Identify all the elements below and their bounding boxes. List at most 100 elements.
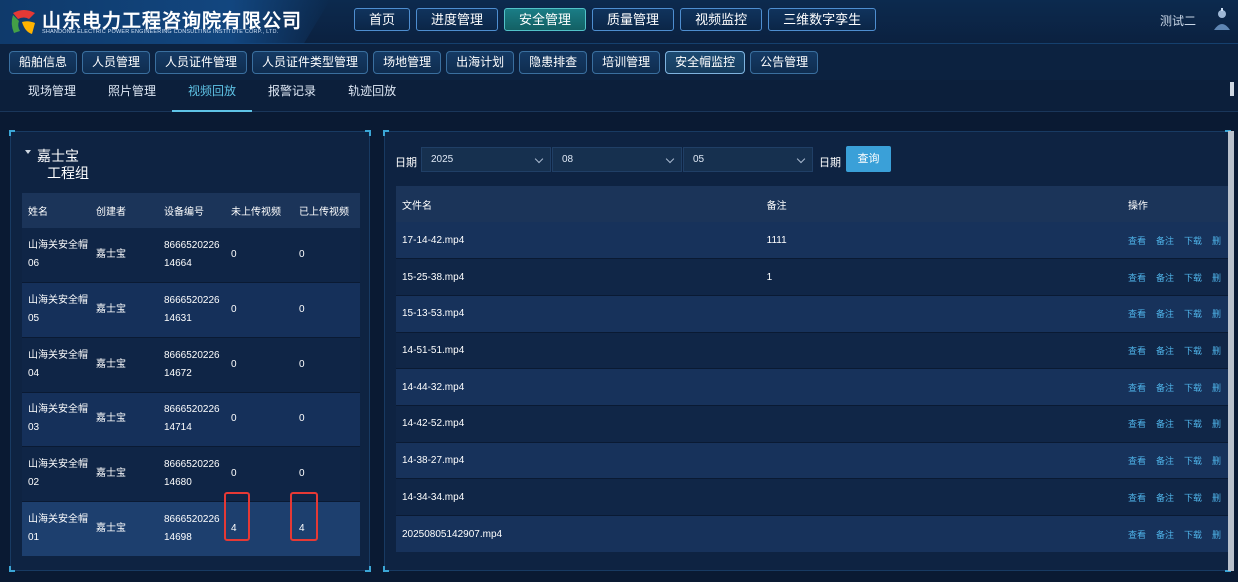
subnav-training[interactable]: 培训管理: [592, 51, 661, 74]
tabs-bar: 现场管理 照片管理 视频回放 报警记录 轨迹回放: [0, 80, 1238, 112]
cell-name: 山海关安全帽 05: [22, 282, 90, 338]
download-link[interactable]: 下载: [1184, 273, 1202, 283]
subnav-certificates[interactable]: 人员证件管理: [155, 51, 248, 74]
table-row[interactable]: 山海关安全帽 05 嘉士宝 8666520226 14631 0 0: [22, 282, 360, 338]
note-link[interactable]: 备注: [1156, 493, 1174, 503]
table-row[interactable]: 20250805142907.mp4 查看 备注 下载删: [396, 515, 1231, 553]
user-name[interactable]: 测试二: [1160, 12, 1196, 29]
table-row[interactable]: 14-42-52.mp4 查看 备注 下载删: [396, 404, 1231, 443]
tab-video-playback[interactable]: 视频回放: [172, 80, 253, 112]
video-panel: 日期 2025 08 05 日期 查询 文件名 备注 操作 17-14-42.m…: [383, 130, 1231, 572]
subnav-sites[interactable]: 场地管理: [373, 51, 442, 74]
note-link[interactable]: 备注: [1156, 456, 1174, 466]
download-link[interactable]: 下载: [1184, 530, 1202, 540]
table-row[interactable]: 山海关安全帽 03 嘉士宝 8666520226 14714 0 0: [22, 391, 360, 447]
subnav-helmet-monitor[interactable]: 安全帽监控: [665, 51, 746, 74]
view-link[interactable]: 查看: [1128, 419, 1146, 429]
cell-file-name: 20250805142907.mp4: [396, 515, 761, 553]
view-link[interactable]: 查看: [1128, 456, 1146, 466]
cell-file-name: 15-25-38.mp4: [396, 258, 761, 296]
table-row[interactable]: 17-14-42.mp4 1111 查看 备注 下载删: [396, 222, 1231, 259]
note-link[interactable]: 备注: [1156, 383, 1174, 393]
cell-file-name: 14-34-34.mp4: [396, 478, 761, 516]
view-link[interactable]: 查看: [1128, 383, 1146, 393]
view-link[interactable]: 查看: [1128, 530, 1146, 540]
cell-pending: 0: [225, 336, 293, 393]
view-link[interactable]: 查看: [1128, 309, 1146, 319]
nav-home[interactable]: 首页: [354, 8, 411, 31]
note-link[interactable]: 备注: [1156, 530, 1174, 540]
page-scrollbar[interactable]: [1228, 131, 1234, 571]
cell-note: [760, 294, 1122, 333]
download-link[interactable]: 下载: [1184, 456, 1202, 466]
view-link[interactable]: 查看: [1128, 273, 1146, 283]
note-link[interactable]: 备注: [1156, 419, 1174, 429]
tab-site-management[interactable]: 现场管理: [12, 80, 92, 112]
table-row[interactable]: 山海关安全帽 04 嘉士宝 8666520226 14672 0 0: [22, 336, 360, 393]
delete-link[interactable]: 删: [1212, 456, 1221, 466]
delete-link[interactable]: 删: [1212, 493, 1221, 503]
tab-photo-management[interactable]: 照片管理: [92, 80, 172, 112]
col-creator: 创建者: [90, 193, 158, 228]
top-header: 山东电力工程咨询院有限公司 SHANDONG ELECTRIC POWER EN…: [0, 0, 1238, 44]
caret-down-icon[interactable]: [25, 150, 31, 154]
download-link[interactable]: 下载: [1184, 419, 1202, 429]
subnav-notices[interactable]: 公告管理: [750, 51, 819, 74]
delete-link[interactable]: 删: [1212, 530, 1221, 540]
nav-safety[interactable]: 安全管理: [504, 8, 587, 31]
delete-link[interactable]: 删: [1212, 273, 1221, 283]
cell-name: 山海关安全帽 03: [22, 391, 90, 447]
tabs-scroll-marker: [1230, 82, 1234, 96]
month-select[interactable]: 08: [552, 147, 682, 172]
delete-link[interactable]: 删: [1212, 309, 1221, 319]
tab-track-playback[interactable]: 轨迹回放: [332, 80, 412, 112]
query-button[interactable]: 查询: [846, 146, 891, 172]
cell-actions: 查看 备注 下载删: [1121, 441, 1231, 479]
download-link[interactable]: 下载: [1184, 493, 1202, 503]
table-row[interactable]: 14-34-34.mp4 查看 备注 下载删: [396, 478, 1231, 516]
cell-file-name: 14-44-32.mp4: [396, 368, 761, 406]
table-row[interactable]: 15-13-53.mp4 查看 备注 下载删: [396, 294, 1231, 333]
view-link[interactable]: 查看: [1128, 493, 1146, 503]
col-actions: 操作: [1121, 186, 1231, 222]
note-link[interactable]: 备注: [1156, 273, 1174, 283]
subnav-ship-info[interactable]: 船舶信息: [9, 51, 78, 74]
download-link[interactable]: 下载: [1184, 236, 1202, 246]
nav-progress[interactable]: 进度管理: [416, 8, 499, 31]
note-link[interactable]: 备注: [1156, 346, 1174, 356]
table-row[interactable]: 14-44-32.mp4 查看 备注 下载删: [396, 368, 1231, 406]
view-link[interactable]: 查看: [1128, 346, 1146, 356]
download-link[interactable]: 下载: [1184, 383, 1202, 393]
download-link[interactable]: 下载: [1184, 309, 1202, 319]
cell-name: 山海关安全帽 06: [22, 228, 90, 283]
view-link[interactable]: 查看: [1128, 236, 1146, 246]
subnav-sea-plan[interactable]: 出海计划: [446, 51, 515, 74]
nav-video[interactable]: 视频监控: [680, 8, 763, 31]
tab-alarm-records[interactable]: 报警记录: [252, 80, 332, 112]
nav-quality[interactable]: 质量管理: [592, 8, 675, 31]
cell-name: 山海关安全帽 02: [22, 446, 90, 502]
scrollbar-thumb[interactable]: [1228, 131, 1234, 571]
subnav-personnel[interactable]: 人员管理: [82, 51, 151, 74]
day-select[interactable]: 05: [683, 147, 813, 172]
table-row[interactable]: 14-38-27.mp4 查看 备注 下载删: [396, 441, 1231, 479]
delete-link[interactable]: 删: [1212, 419, 1221, 429]
note-link[interactable]: 备注: [1156, 309, 1174, 319]
delete-link[interactable]: 删: [1212, 236, 1221, 246]
cell-device-id: 8666520226 14664: [158, 228, 225, 283]
delete-link[interactable]: 删: [1212, 383, 1221, 393]
user-avatar-icon[interactable]: [1211, 8, 1233, 32]
col-uploaded-video: 已上传视频: [293, 193, 360, 228]
delete-link[interactable]: 删: [1212, 346, 1221, 356]
table-row[interactable]: 山海关安全帽 06 嘉士宝 8666520226 14664 0 0: [22, 228, 360, 283]
subnav-hazard-check[interactable]: 隐患排查: [519, 51, 588, 74]
subnav-certificate-types[interactable]: 人员证件类型管理: [252, 51, 369, 74]
note-link[interactable]: 备注: [1156, 236, 1174, 246]
table-row[interactable]: 15-25-38.mp4 1 查看 备注 下载删: [396, 258, 1231, 296]
tree-node-child[interactable]: 工程组: [47, 163, 89, 183]
download-link[interactable]: 下载: [1184, 346, 1202, 356]
year-select[interactable]: 2025: [421, 147, 551, 172]
nav-digital-twin[interactable]: 三维数字孪生: [768, 8, 877, 31]
table-row[interactable]: 14-51-51.mp4 查看 备注 下载删: [396, 331, 1231, 369]
main-nav: 首页 进度管理 安全管理 质量管理 视频监控 三维数字孪生: [354, 8, 877, 31]
